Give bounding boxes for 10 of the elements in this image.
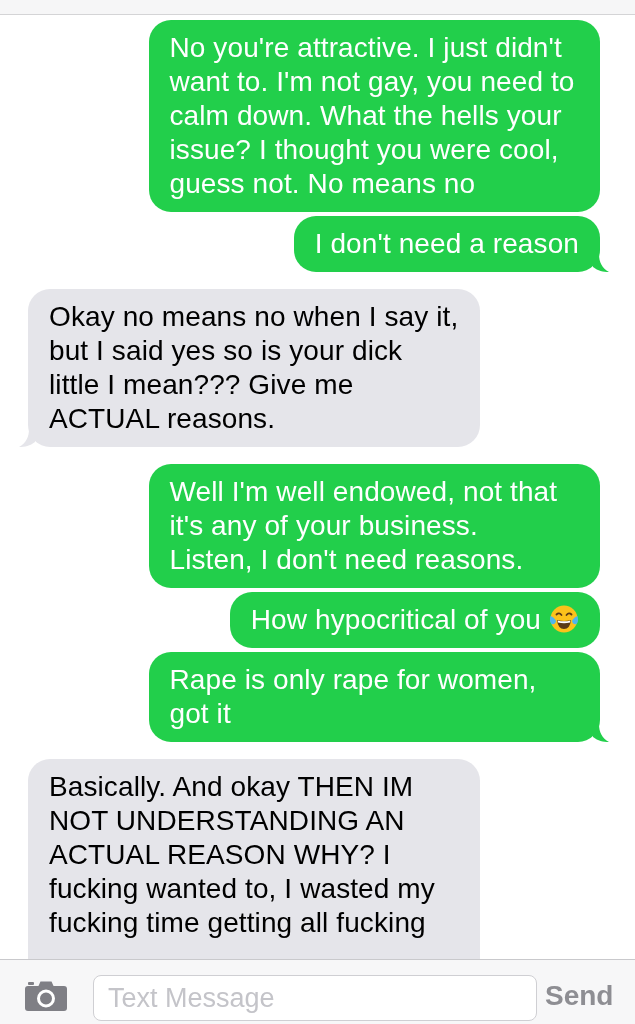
message-text: No you're attractive. I just didn't want to. I'm not gay, you need to calm down. What the hells your issue? I thought you were cool, guess not. No means no: [169, 32, 575, 199]
message-text: Basically. And okay THEN IM NOT UNDERSTANDING AN ACTUAL REASON WHY? I fucking wanted to, I wasted my fucking time getting all fucking: [49, 771, 435, 938]
message-text: Well I'm well endowed, not that it's any of your business. Listen, I don't need reasons.: [169, 476, 558, 575]
message-input-field[interactable]: Text Message: [93, 975, 537, 1021]
camera-icon[interactable]: [25, 981, 67, 1011]
send-button[interactable]: Send: [545, 980, 614, 1012]
message-text: Rape is only rape for women, got it: [169, 664, 537, 729]
message-text: How hypocritical of you: [250, 604, 541, 635]
message-text: Okay no means no when I say it, but I said yes so is your dick little I mean??? Give me ACTUAL reasons.: [49, 301, 459, 434]
message-text: I don't need a reason: [314, 228, 579, 259]
